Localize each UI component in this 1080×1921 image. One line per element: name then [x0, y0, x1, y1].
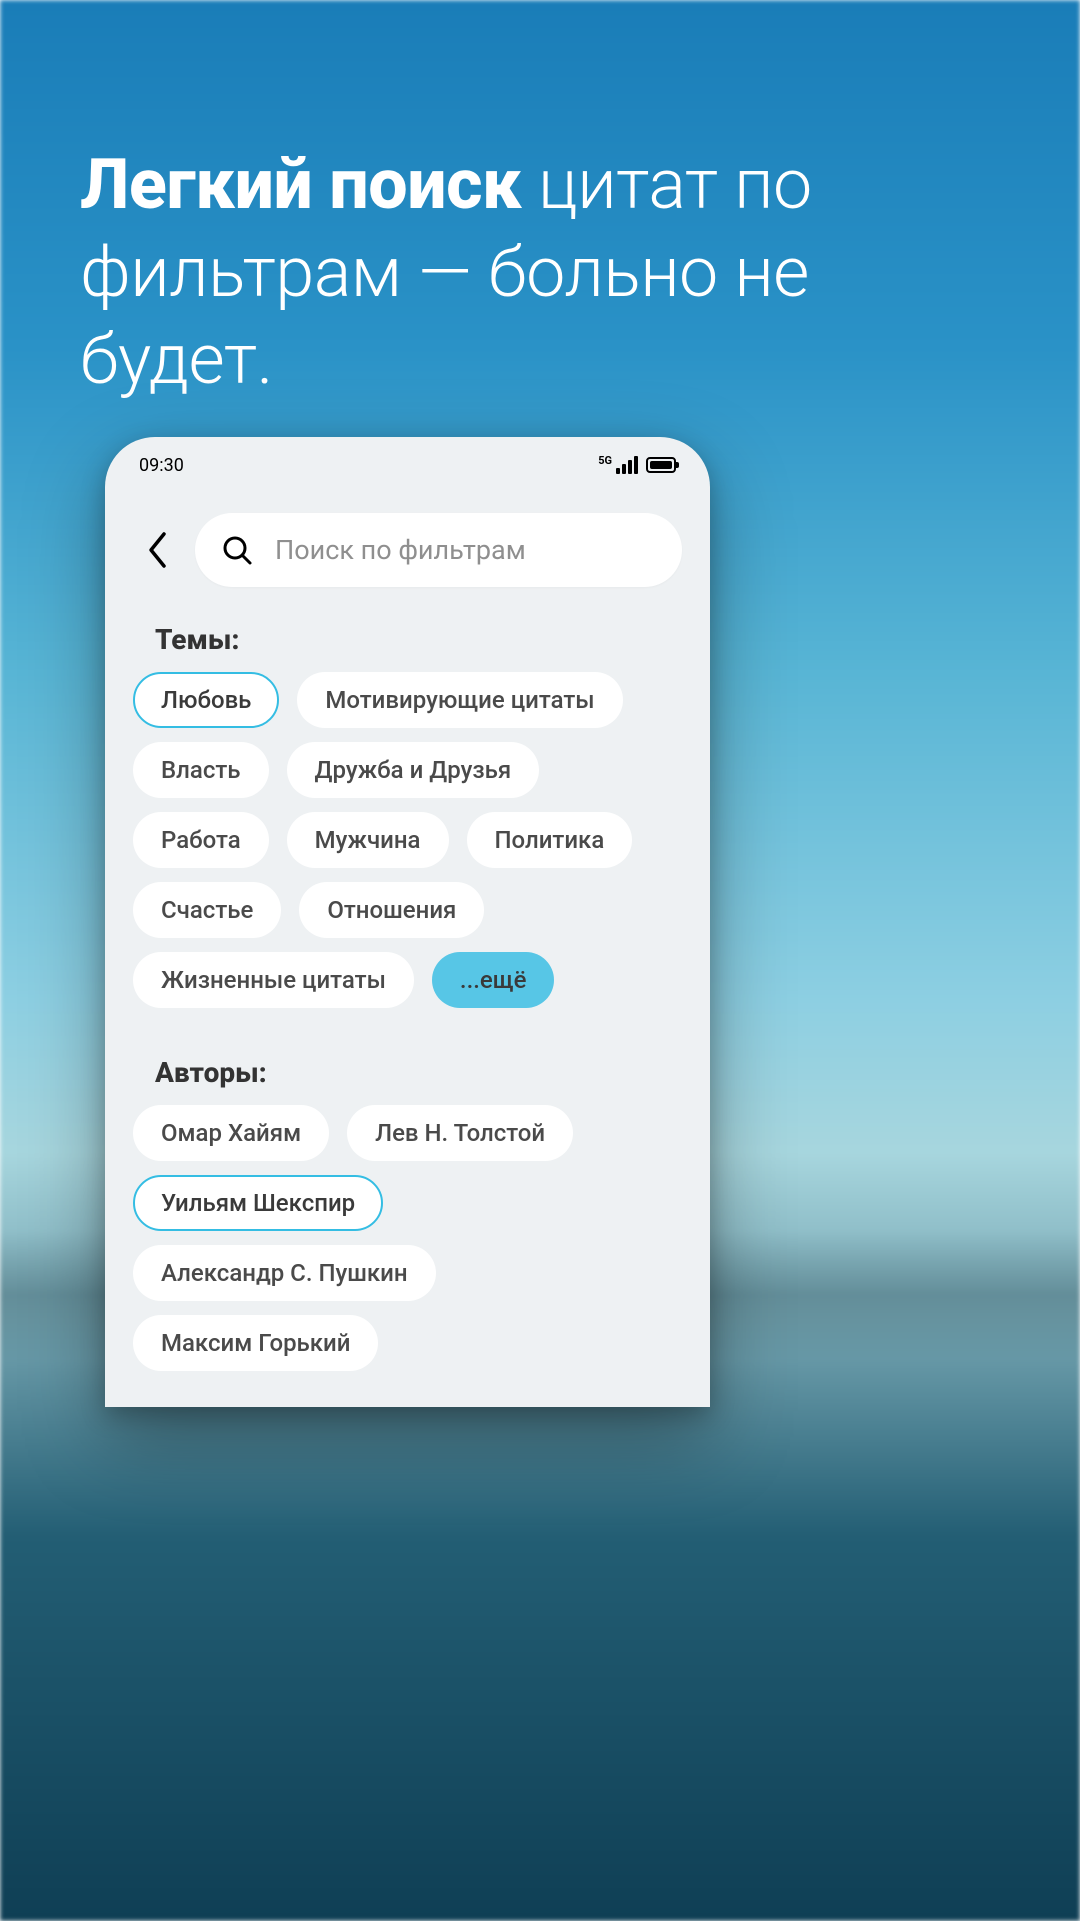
themes-chip-group: Любовь Мотивирующие цитаты Власть Дружба и …: [133, 672, 682, 1008]
sections.authors-chip[interactable]: Лев Н. Толстой: [347, 1105, 573, 1161]
status-network-label: 5G: [598, 454, 612, 467]
sections.authors-chip[interactable]: Омар Хайям: [133, 1105, 329, 1161]
status-time: 09:30: [139, 455, 184, 476]
sections.themes-chip[interactable]: Отношения: [299, 882, 484, 938]
sections.themes-chip[interactable]: Власть: [133, 742, 269, 798]
phone-frame: 09:30 5G Поиск по фильтрам Темы: Любов: [105, 437, 710, 1407]
app-content: Поиск по фильтрам Темы: Любовь Мотивирующ…: [105, 479, 710, 1371]
sections.themes-chip[interactable]: Работа: [133, 812, 269, 868]
search-input[interactable]: Поиск по фильтрам: [195, 513, 682, 587]
sections.themes-chip[interactable]: Жизненные цитаты: [133, 952, 414, 1008]
sections.themes-chip[interactable]: Счастье: [133, 882, 281, 938]
sections.themes-chip[interactable]: Мужчина: [287, 812, 449, 868]
hero-bold: Легкий поиск: [80, 144, 521, 226]
themes-more-chip[interactable]: ...ещё: [432, 952, 555, 1008]
status-bar: 09:30 5G: [105, 437, 710, 479]
hero-headline: Легкий поиск цитат по фильтрам — больно …: [80, 142, 1000, 405]
sections.themes-chip[interactable]: Мотивирующие цитаты: [297, 672, 622, 728]
signal-icon: [616, 456, 638, 474]
back-button[interactable]: [133, 516, 181, 584]
themes-title: Темы:: [155, 623, 682, 656]
sections.themes-chip[interactable]: Дружба и Друзья: [287, 742, 540, 798]
sections.authors-chip[interactable]: Уильям Шекспир: [133, 1175, 383, 1231]
status-right: 5G: [598, 454, 676, 477]
sections.themes-chip[interactable]: Политика: [467, 812, 633, 868]
search-row: Поиск по фильтрам: [133, 513, 682, 587]
sections.themes-chip[interactable]: Любовь: [133, 672, 279, 728]
sections.authors-chip[interactable]: Максим Горький: [133, 1315, 378, 1371]
search-icon: [221, 534, 253, 566]
sections.authors-chip[interactable]: Александр С. Пушкин: [133, 1245, 436, 1301]
chevron-left-icon: [146, 531, 168, 569]
authors-title: Авторы:: [155, 1056, 682, 1089]
authors-chip-group: Омар Хайям Лев Н. Толстой Уильям Шекспир Ал…: [133, 1105, 682, 1371]
battery-icon: [646, 457, 676, 473]
search-placeholder: Поиск по фильтрам: [275, 534, 526, 566]
